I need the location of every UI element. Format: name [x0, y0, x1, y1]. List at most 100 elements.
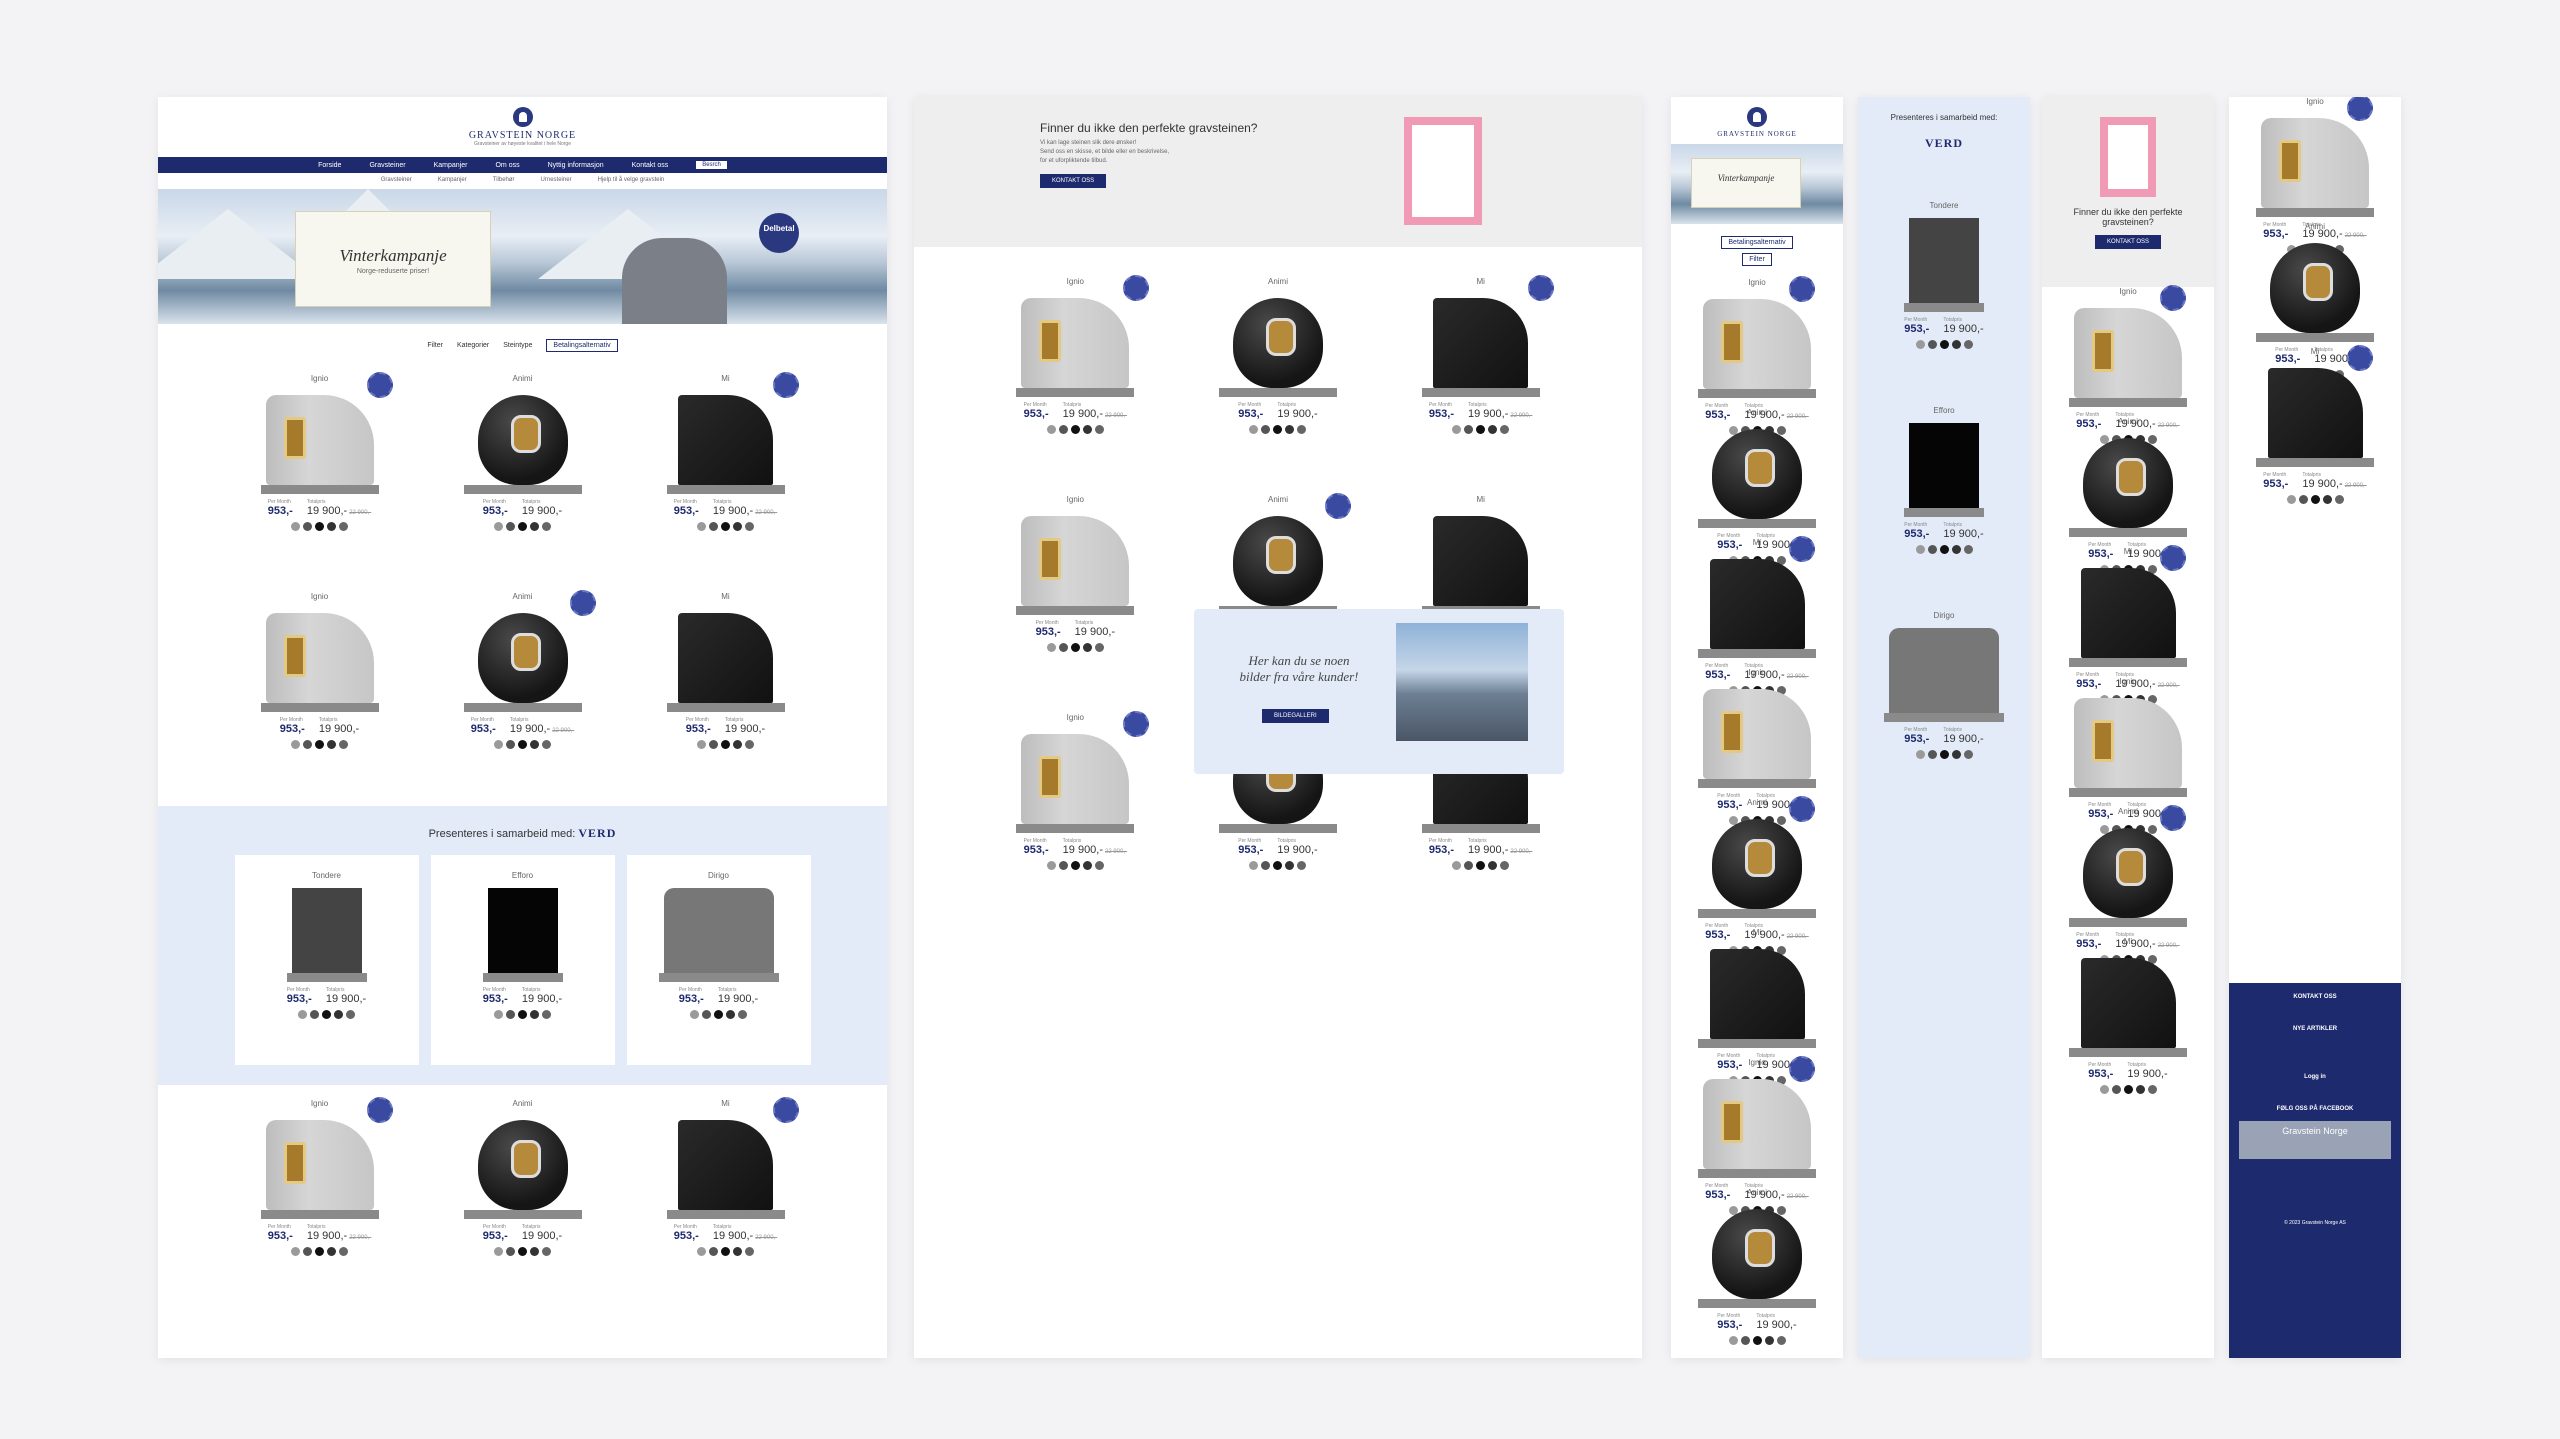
color-swatch[interactable] — [530, 1010, 539, 1019]
color-swatch[interactable] — [506, 1010, 515, 1019]
product-card[interactable]: Ignio Per Month 953,- Totalpris 19 900,- 22… — [218, 372, 421, 574]
color-swatch[interactable] — [339, 1247, 348, 1256]
product-card[interactable]: Ignio Per Month 953,- Totalpris 19 900,- 22… — [974, 275, 1177, 477]
type-dropdown[interactable]: Steintype — [503, 342, 532, 349]
color-swatch[interactable] — [697, 740, 706, 749]
hero-banner[interactable]: Vinterkampanje — [1671, 144, 1843, 224]
color-swatch[interactable] — [1046, 643, 1056, 652]
login-link[interactable]: Logg in — [2304, 1074, 2326, 1080]
partner-product-card[interactable]: Dirigo Per Month 953,- Totalpris 19 900,- — [626, 855, 811, 1065]
color-swatch[interactable] — [1963, 545, 1973, 554]
contact-button[interactable]: KONTAKT OSS — [1040, 174, 1107, 188]
partner-product-card[interactable]: Tondere Per Month 953,- Totalpris 19 900,- — [1858, 185, 2030, 390]
color-swatch[interactable] — [518, 1247, 527, 1256]
product-card[interactable]: Animi Per Month953,- Totalpris19 900,- — [421, 374, 624, 574]
color-swatch[interactable] — [1740, 1336, 1750, 1345]
color-swatch[interactable] — [506, 1247, 515, 1256]
color-swatch[interactable] — [542, 1010, 551, 1019]
color-swatch[interactable] — [745, 522, 754, 531]
color-swatch[interactable] — [2298, 495, 2308, 504]
site-logo[interactable]: GRAVSTEIN NORGE — [1671, 97, 1843, 138]
color-swatch[interactable] — [494, 1010, 503, 1019]
subnav-tilbehor[interactable]: Tilbehør — [493, 177, 515, 183]
subnav-urnesteiner[interactable]: Urnesteiner — [541, 177, 572, 183]
color-swatch[interactable] — [1452, 425, 1462, 434]
payment-button[interactable]: Betalingsalternativ — [1721, 236, 1793, 249]
color-swatch[interactable] — [1070, 425, 1080, 434]
product-card[interactable]: Mi Per Month953,- Totalpris19 900,- — [1671, 928, 1843, 1085]
color-swatch[interactable] — [1261, 861, 1271, 870]
color-swatch[interactable] — [494, 522, 503, 531]
product-card[interactable]: Mi Per Month953,- Totalpris19 900,-22 90… — [1379, 275, 1582, 477]
product-card[interactable]: Mi Per Month953,- Totalpris19 900,-22 90… — [2229, 345, 2401, 504]
product-card[interactable]: Animi Per Month953,- Totalpris19 900,-22… — [1671, 796, 1843, 955]
color-swatch[interactable] — [1094, 425, 1104, 434]
color-swatch[interactable] — [303, 522, 312, 531]
color-swatch[interactable] — [298, 1010, 307, 1019]
color-swatch[interactable] — [1939, 545, 1949, 554]
color-swatch[interactable] — [303, 1247, 312, 1256]
color-swatch[interactable] — [709, 1247, 718, 1256]
color-swatch[interactable] — [1488, 861, 1498, 870]
color-swatch[interactable] — [1951, 750, 1961, 759]
color-swatch[interactable] — [310, 1010, 319, 1019]
color-swatch[interactable] — [1915, 340, 1925, 349]
nav-item-kontakt[interactable]: Kontakt oss — [632, 162, 669, 169]
search-button[interactable]: Besrch — [696, 161, 727, 169]
color-swatch[interactable] — [709, 740, 718, 749]
product-card[interactable]: Mi Per Month953,- Totalpris19 900,-22 90… — [2042, 545, 2214, 704]
color-swatch[interactable] — [1261, 425, 1271, 434]
color-swatch[interactable] — [702, 1010, 711, 1019]
product-card[interactable]: Ignio Per Month 953,- Totalpris 19 900,- 22… — [974, 711, 1177, 913]
color-swatch[interactable] — [1951, 545, 1961, 554]
nav-item-kampanjer[interactable]: Kampanjer — [434, 162, 468, 169]
color-swatch[interactable] — [2334, 495, 2344, 504]
color-swatch[interactable] — [1249, 861, 1259, 870]
product-card[interactable]: Animi Per Month953,- Totalpris19 900,- — [2042, 417, 2214, 574]
color-swatch[interactable] — [1500, 425, 1510, 434]
color-swatch[interactable] — [518, 740, 527, 749]
color-swatch[interactable] — [2286, 495, 2296, 504]
partner-product-card[interactable]: Efforo Per Month 953,- Totalpris 19 900,- — [1858, 390, 2030, 595]
product-card[interactable]: Ignio Per Month 953,- Totalpris 19 900,- 22… — [218, 1097, 421, 1299]
gallery-button[interactable]: BILDEGALLERI — [1262, 709, 1329, 723]
color-swatch[interactable] — [327, 1247, 336, 1256]
color-swatch[interactable] — [1273, 425, 1283, 434]
color-swatch[interactable] — [1070, 861, 1080, 870]
color-swatch[interactable] — [1070, 643, 1080, 652]
color-swatch[interactable] — [1046, 861, 1056, 870]
color-swatch[interactable] — [1285, 425, 1295, 434]
color-swatch[interactable] — [1082, 861, 1092, 870]
color-swatch[interactable] — [346, 1010, 355, 1019]
nav-item-forside[interactable]: Forside — [318, 162, 341, 169]
payment-button[interactable]: Betalingsalternativ — [546, 339, 618, 352]
color-swatch[interactable] — [339, 522, 348, 531]
color-swatch[interactable] — [2099, 1085, 2109, 1094]
hero-banner[interactable]: Vinterkampanje Norge-reduserte priser! D… — [158, 189, 887, 324]
contact-button[interactable]: KONTAKT OSS — [2094, 235, 2162, 249]
color-swatch[interactable] — [1082, 425, 1092, 434]
color-swatch[interactable] — [518, 522, 527, 531]
color-swatch[interactable] — [1752, 1336, 1762, 1345]
color-swatch[interactable] — [1963, 750, 1973, 759]
product-card[interactable]: Mi Per Month953,- Totalpris19 900,-22 90… — [1671, 536, 1843, 695]
color-swatch[interactable] — [1094, 643, 1104, 652]
color-swatch[interactable] — [1939, 750, 1949, 759]
color-swatch[interactable] — [1776, 1336, 1786, 1345]
product-card[interactable]: Mi Per Month953,- Totalpris19 900,- — [2042, 937, 2214, 1094]
product-card[interactable]: Animi Per Month953,- Totalpris19 900,- — [1177, 277, 1380, 477]
gallery-card[interactable]: Her kan du se noen bilder fra våre kunde… — [1194, 609, 1564, 774]
product-card[interactable]: Animi Per Month953,- Totalpris19 900,-22… — [421, 590, 624, 792]
product-card[interactable]: Mi Per Month953,- Totalpris19 900,-22 90… — [624, 1097, 827, 1299]
color-swatch[interactable] — [745, 740, 754, 749]
subnav-kampanjer[interactable]: Kampanjer — [438, 177, 467, 183]
color-swatch[interactable] — [334, 1010, 343, 1019]
color-swatch[interactable] — [1464, 861, 1474, 870]
color-swatch[interactable] — [1476, 425, 1486, 434]
color-swatch[interactable] — [733, 522, 742, 531]
color-swatch[interactable] — [1452, 861, 1462, 870]
color-swatch[interactable] — [714, 1010, 723, 1019]
nav-item-info[interactable]: Nyttig informasjon — [548, 162, 604, 169]
color-swatch[interactable] — [2147, 1085, 2157, 1094]
color-swatch[interactable] — [542, 740, 551, 749]
